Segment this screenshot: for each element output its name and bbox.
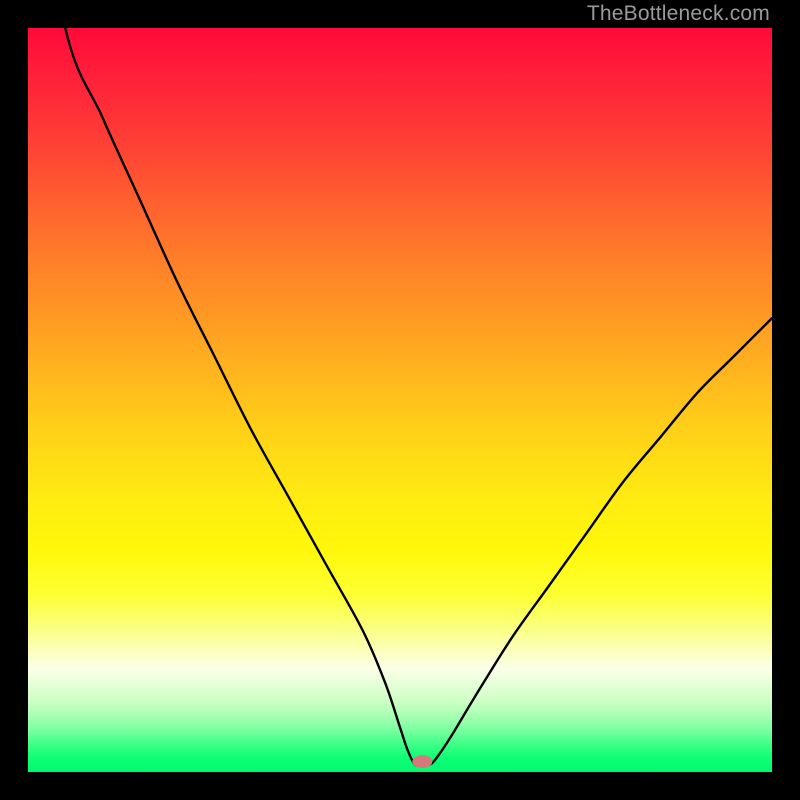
watermark-text: TheBottleneck.com	[587, 2, 770, 26]
plot-area	[28, 28, 772, 772]
curve-layer	[28, 28, 772, 772]
bottleneck-curve	[28, 28, 772, 766]
chart-frame: TheBottleneck.com	[0, 0, 800, 800]
optimal-point-marker	[412, 755, 432, 768]
